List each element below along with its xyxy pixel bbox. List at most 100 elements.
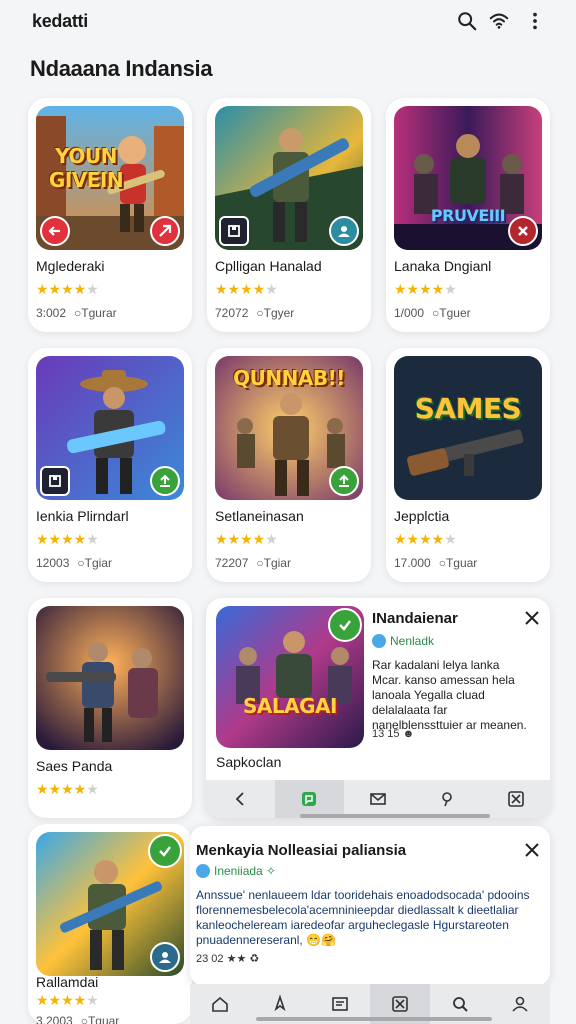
game-artwork — [36, 832, 184, 976]
game-artwork — [215, 106, 363, 250]
developer-name: Nenladk — [390, 634, 435, 648]
game-tag: Tgiar — [263, 556, 291, 570]
game-tag: Tguar — [87, 1014, 120, 1024]
tag-icon: ○ — [438, 556, 446, 570]
game-meta: 1/000 ○Tguer — [394, 306, 471, 320]
developer-name: Ineniiada ✧ — [214, 864, 277, 878]
rating-stars: ★★★★★ — [36, 781, 99, 797]
user-icon[interactable] — [329, 216, 359, 246]
developer-icon — [372, 634, 386, 648]
game-meta: 72072 ○Tgyer — [215, 306, 294, 320]
game-artwork: SALAGAI — [216, 606, 364, 748]
user-icon[interactable] — [150, 942, 180, 972]
art-title: SALAGAI — [243, 694, 337, 718]
game-tag: Tgurar — [81, 306, 117, 320]
art-title: SAMES — [414, 392, 522, 425]
game-name: Setlaneinasan — [215, 508, 304, 524]
rating-stars: ★★★★★ — [36, 531, 99, 547]
art-title: YOUN GIVEIN — [48, 144, 124, 192]
game-card[interactable]: Saes Panda ★★★★★ — [28, 598, 192, 818]
game-card[interactable]: Ienkia Plirndarl ★★★★★ 12003 ○Tgiar — [28, 348, 192, 582]
game-tag: Tguar — [445, 556, 478, 570]
game-card[interactable]: PRUVEIII Lanaka Dngianl ★★★★★ 1/000 ○Tgue… — [386, 98, 550, 332]
download-count: 3.2003 — [36, 1014, 73, 1024]
save-icon[interactable] — [219, 216, 249, 246]
save-icon[interactable] — [40, 466, 70, 496]
back-icon[interactable] — [206, 780, 275, 818]
rating-stars: ★★★★★ — [215, 281, 278, 297]
game-card[interactable]: YOUN GIVEIN Mglederaki ★★★★★ 3:002 ○Tgura… — [28, 98, 192, 332]
rating-stars: ★★★★★ — [394, 281, 457, 297]
tag-icon: ○ — [80, 1014, 88, 1024]
game-card[interactable]: QUNNAB!! Setlaneinasan ★★★★★ 72207 ○Tgiar — [207, 348, 371, 582]
close-icon[interactable] — [522, 840, 542, 860]
close-box-icon[interactable] — [481, 780, 550, 818]
game-name: Mglederaki — [36, 258, 105, 274]
game-meta: 3:002 ○Tgurar — [36, 306, 117, 320]
detail-stat: 23 02 ★★ ♻ — [196, 953, 260, 965]
tag-icon: ○ — [256, 306, 264, 320]
game-meta: 72207 ○Tgiar — [215, 556, 291, 570]
game-meta: 12003 ○Tgiar — [36, 556, 112, 570]
rating-stars: ★★★★★ — [36, 992, 99, 1008]
game-artwork — [36, 356, 184, 500]
game-meta: 17.000 ○Tguar — [394, 556, 477, 570]
detail-stat: 13 15 ☻ — [372, 728, 415, 740]
close-icon[interactable] — [508, 216, 538, 246]
game-tag: Tguer — [439, 306, 471, 320]
profile-icon[interactable] — [490, 984, 550, 1024]
game-artwork: QUNNAB!! — [215, 356, 363, 500]
tag-icon: ○ — [256, 556, 264, 570]
arrow-left-icon[interactable] — [40, 216, 70, 246]
game-name: Saes Panda — [36, 758, 113, 774]
share-icon[interactable] — [150, 216, 180, 246]
rating-stars: ★★★★★ — [394, 531, 457, 547]
mail-icon[interactable] — [344, 780, 413, 818]
tag-icon: ○ — [77, 556, 85, 570]
chat-icon[interactable] — [274, 780, 344, 818]
game-detail-panel[interactable]: Menkayia Nolleasiai paliansia Ineniiada … — [190, 826, 550, 986]
check-icon[interactable] — [328, 608, 362, 642]
game-artwork — [36, 606, 184, 750]
download-count: 12003 — [36, 556, 70, 570]
developer-label: Nenladk — [372, 634, 434, 648]
game-name: Jepplctia — [394, 508, 450, 524]
upload-icon[interactable] — [150, 466, 180, 496]
game-artwork: PRUVEIII — [394, 106, 542, 250]
detail-title: Menkayia Nolleasiai paliansia — [196, 842, 407, 859]
game-card[interactable]: Rallamdai ★★★★★ 3.2003 ○Tguar — [28, 824, 192, 1024]
panel-action-bar — [206, 780, 550, 818]
close-icon[interactable] — [522, 608, 542, 628]
developer-icon — [196, 864, 210, 878]
wifi-icon[interactable] — [488, 10, 510, 32]
download-count: 17.000 — [394, 556, 431, 570]
game-card[interactable]: Cplligan Hanalad ★★★★★ 72072 ○Tgyer — [207, 98, 371, 332]
app-name: kedatti — [32, 11, 88, 31]
game-tag: Tgiar — [84, 556, 112, 570]
game-name: Sapkoclan — [216, 754, 282, 770]
download-count: 3:002 — [36, 306, 67, 320]
detail-description: Annssue' nenlaueem ldar tooridehais enoa… — [196, 888, 530, 947]
home-icon[interactable] — [190, 984, 250, 1024]
game-tag: Tgyer — [263, 306, 295, 320]
rating-stars: ★★★★★ — [36, 281, 99, 297]
game-artwork: SAMES — [394, 356, 542, 500]
developer-label: Ineniiada ✧ — [196, 864, 276, 878]
art-title: QUNNAB!! — [233, 366, 345, 390]
rating-stars: ★★★★★ — [215, 531, 278, 547]
detail-title: INandaienar — [372, 610, 458, 627]
pin-icon[interactable] — [412, 780, 481, 818]
game-name: Ienkia Plirndarl — [36, 508, 129, 524]
home-indicator[interactable] — [300, 814, 490, 818]
home-indicator[interactable] — [256, 1017, 492, 1021]
download-count: 1/000 — [394, 306, 425, 320]
upload-icon[interactable] — [329, 466, 359, 496]
game-card[interactable]: SAMES Jepplctia ★★★★★ 17.000 ○Tguar — [386, 348, 550, 582]
search-icon[interactable] — [456, 10, 478, 32]
detail-description: Rar kadalani lelya lanka Mcar. kanso ame… — [372, 658, 527, 732]
section-title: Ndaaana Indansia — [30, 56, 213, 81]
game-name: Cplligan Hanalad — [215, 258, 322, 274]
game-name: Rallamdai — [36, 974, 99, 990]
check-icon[interactable] — [148, 834, 182, 868]
more-vertical-icon[interactable] — [524, 10, 546, 32]
